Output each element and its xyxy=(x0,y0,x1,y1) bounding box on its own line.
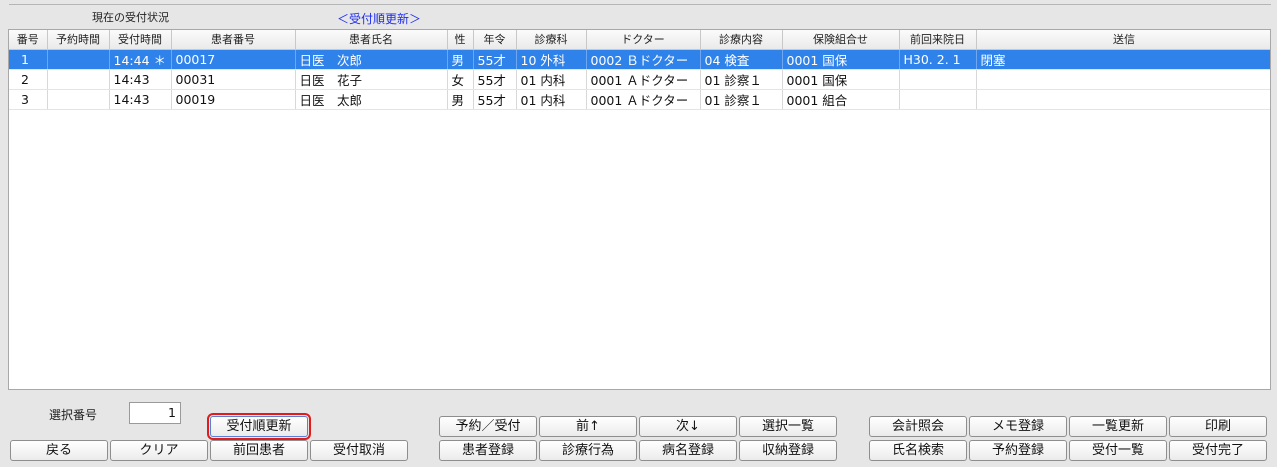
cell-treatment: 01 診察１ xyxy=(700,69,783,90)
cell-department: 01 内科 xyxy=(516,89,587,110)
cell-sex: 男 xyxy=(447,49,474,70)
col-header-patient-name[interactable]: 患者氏名 xyxy=(295,30,448,50)
col-header-send[interactable]: 送信 xyxy=(976,30,1270,50)
disease-register-button[interactable]: 病名登録 xyxy=(639,440,737,461)
col-header-last-visit[interactable]: 前回来院日 xyxy=(899,30,977,50)
cell-doctor: 0001 Ａドクター xyxy=(586,89,701,110)
memo-register-button[interactable]: メモ登録 xyxy=(969,416,1067,437)
cell-insurance: 0001 国保 xyxy=(782,69,900,90)
col-header-patient-id[interactable]: 患者番号 xyxy=(171,30,296,50)
section-title: 現在の受付状況 xyxy=(92,11,169,24)
cell-last-visit: H30. 2. 1 xyxy=(899,49,977,70)
cell-send: 閉塞 xyxy=(976,49,1270,70)
cell-reserve-time xyxy=(47,69,110,90)
cell-reserve-time xyxy=(47,49,110,70)
cell-age: 55才 xyxy=(473,89,517,110)
col-header-sex[interactable]: 性 xyxy=(447,30,474,50)
cell-patient-name: 日医 太郎 xyxy=(295,89,448,110)
reception-table: 番号 予約時間 受付時間 患者番号 患者氏名 性 年令 診療科 ドクター 診療内… xyxy=(9,30,1270,110)
cell-treatment: 01 診察１ xyxy=(700,89,783,110)
cell-doctor: 0002 Ｂドクター xyxy=(586,49,701,70)
reception-list-button[interactable]: 受付一覧 xyxy=(1069,440,1167,461)
table-row[interactable]: 1 14:44 ＊ 00017 日医 次郎 男 55才 10 外科 0002 Ｂ… xyxy=(9,49,1270,70)
cell-sex: 男 xyxy=(447,89,474,110)
col-header-reserve-time[interactable]: 予約時間 xyxy=(47,30,110,50)
cell-number: 2 xyxy=(9,69,48,90)
patient-register-button[interactable]: 患者登録 xyxy=(439,440,537,461)
col-header-age[interactable]: 年令 xyxy=(473,30,517,50)
select-list-button[interactable]: 選択一覧 xyxy=(739,416,837,437)
print-button[interactable]: 印刷 xyxy=(1169,416,1267,437)
col-header-number[interactable]: 番号 xyxy=(9,30,48,50)
sort-update-link[interactable]: ＜受付順更新＞ xyxy=(337,10,421,27)
cell-number: 1 xyxy=(9,49,48,70)
cell-reserve-time xyxy=(47,89,110,110)
selection-number-label: 選択番号 xyxy=(49,408,98,422)
col-header-reception-time[interactable]: 受付時間 xyxy=(109,30,172,50)
cell-department: 01 内科 xyxy=(516,69,587,90)
reservation-register-button[interactable]: 予約登録 xyxy=(969,440,1067,461)
cell-reception-time: 14:43 xyxy=(109,89,172,110)
cell-patient-id: 00031 xyxy=(171,69,296,90)
clear-button[interactable]: クリア xyxy=(110,440,208,461)
cell-doctor: 0001 Ａドクター xyxy=(586,69,701,90)
cell-patient-name: 日医 花子 xyxy=(295,69,448,90)
cell-send xyxy=(976,89,1270,110)
table-row[interactable]: 2 14:43 00031 日医 花子 女 55才 01 内科 0001 Ａドク… xyxy=(9,69,1270,90)
cell-number: 3 xyxy=(9,89,48,110)
cell-patient-id: 00019 xyxy=(171,89,296,110)
cell-age: 55才 xyxy=(473,69,517,90)
medical-action-button[interactable]: 診療行為 xyxy=(539,440,637,461)
table-header-row: 番号 予約時間 受付時間 患者番号 患者氏名 性 年令 診療科 ドクター 診療内… xyxy=(9,30,1270,50)
col-header-insurance[interactable]: 保険組合せ xyxy=(782,30,900,50)
cell-reception-time: 14:43 xyxy=(109,69,172,90)
table-row[interactable]: 3 14:43 00019 日医 太郎 男 55才 01 内科 0001 Ａドク… xyxy=(9,89,1270,110)
name-search-button[interactable]: 氏名検索 xyxy=(869,440,967,461)
cell-reception-time: 14:44 ＊ xyxy=(109,49,172,70)
payment-register-button[interactable]: 収納登録 xyxy=(739,440,837,461)
selection-number-input[interactable]: 1 xyxy=(129,402,181,424)
cell-last-visit xyxy=(899,69,977,90)
reserve-reception-button[interactable]: 予約／受付 xyxy=(439,416,537,437)
reception-table-container[interactable]: 番号 予約時間 受付時間 患者番号 患者氏名 性 年令 診療科 ドクター 診療内… xyxy=(8,29,1271,390)
next-button[interactable]: 次↓ xyxy=(639,416,737,437)
sort-update-button[interactable]: 受付順更新 xyxy=(207,413,311,440)
col-header-treatment[interactable]: 診療内容 xyxy=(700,30,783,50)
col-header-department[interactable]: 診療科 xyxy=(516,30,587,50)
cell-patient-id: 00017 xyxy=(171,49,296,70)
top-divider xyxy=(9,4,1271,5)
cell-treatment: 04 検査 xyxy=(700,49,783,70)
prev-button[interactable]: 前↑ xyxy=(539,416,637,437)
prev-patient-button[interactable]: 前回患者 xyxy=(210,440,308,461)
cell-department: 10 外科 xyxy=(516,49,587,70)
back-button[interactable]: 戻る xyxy=(10,440,108,461)
reception-complete-button[interactable]: 受付完了 xyxy=(1169,440,1267,461)
cell-last-visit xyxy=(899,89,977,110)
col-header-doctor[interactable]: ドクター xyxy=(586,30,701,50)
cell-age: 55才 xyxy=(473,49,517,70)
cell-patient-name: 日医 次郎 xyxy=(295,49,448,70)
cell-sex: 女 xyxy=(447,69,474,90)
cancel-reception-button[interactable]: 受付取消 xyxy=(310,440,408,461)
cell-insurance: 0001 国保 xyxy=(782,49,900,70)
account-inquiry-button[interactable]: 会計照会 xyxy=(869,416,967,437)
cell-insurance: 0001 組合 xyxy=(782,89,900,110)
cell-send xyxy=(976,69,1270,90)
list-update-button[interactable]: 一覧更新 xyxy=(1069,416,1167,437)
